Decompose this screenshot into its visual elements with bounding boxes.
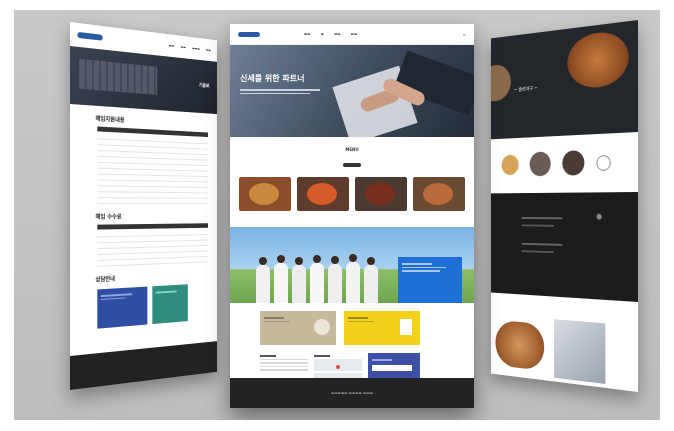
map-pin-icon (336, 364, 340, 369)
info-section (490, 192, 638, 302)
menu-thumb[interactable] (355, 177, 407, 211)
dish-icon[interactable] (596, 154, 611, 172)
phone-number (372, 364, 412, 371)
info-icon (596, 213, 602, 220)
team-photo-banner (230, 227, 474, 303)
consult-card-green[interactable] (152, 284, 188, 325)
dish-icon[interactable] (501, 154, 519, 176)
table-row (97, 198, 208, 205)
food-photo (490, 63, 511, 103)
menu-icon[interactable]: ≡ (463, 32, 466, 37)
center-page-footer: ▬▬▬▬▬ ▬▬▬▬ ▬▬▬ (230, 378, 474, 408)
nav-item[interactable]: ▬▬ (181, 45, 186, 49)
dish-icon[interactable] (562, 150, 585, 176)
left-page-mockup: ▬▬ ▬▬ ▬▬▬ ▬▬ 기술보 매입지원내용 매입 수수료 상담안내 (70, 22, 218, 390)
menu-pill (343, 163, 361, 167)
promo-box[interactable] (398, 257, 462, 303)
center-page-nav: ▬▬ ▬ ▬▬ ▬▬ ≡ (230, 24, 474, 45)
menu-item[interactable]: ▬ (321, 32, 324, 36)
hero-subtitle (240, 87, 340, 96)
keyboard-image (79, 58, 158, 95)
dish-icon[interactable] (529, 151, 551, 177)
menu-section-header: MENU (230, 137, 474, 177)
brand-logo (238, 31, 260, 37)
menu-item[interactable]: ▬▬ (304, 32, 311, 36)
nav-item[interactable]: ▬▬ (206, 48, 211, 52)
hero-text: 기술보 (198, 82, 210, 90)
menu-thumb[interactable] (239, 177, 291, 211)
brand-logo (77, 31, 103, 41)
consult-cards (97, 283, 209, 329)
service-icon (314, 319, 330, 335)
menu-item[interactable]: ▬▬ (334, 32, 341, 36)
menu-label: MENU (345, 147, 359, 152)
mockup-backdrop: ▬▬ ▬▬ ▬▬▬ ▬▬ 기술보 매입지원내용 매입 수수료 상담안내 ~ 술로… (14, 10, 660, 420)
right-page-mockup: ~ 술로야구 ~ (490, 20, 638, 392)
nav-item[interactable]: ▬▬▬ (192, 46, 200, 51)
table-title: 매입 수수료 (95, 213, 122, 221)
service-tile-grey[interactable] (260, 311, 336, 345)
left-page-footer (70, 341, 218, 390)
hero-title: 신세를 위한 파트너 (240, 74, 305, 83)
dish-row (490, 132, 638, 194)
food-photo (495, 319, 545, 371)
menu-thumb[interactable] (297, 177, 349, 211)
service-tiles (230, 303, 474, 345)
hero-banner: 신세를 위한 파트너 (230, 45, 474, 137)
cards-title: 상담안내 (95, 275, 116, 284)
menu-item[interactable]: ▬▬ (351, 32, 358, 36)
food-photo (567, 29, 629, 90)
menu-thumb[interactable] (413, 177, 465, 211)
table-header (97, 223, 208, 230)
menu-thumbnails (230, 177, 474, 211)
center-page-mockup: ▬▬ ▬ ▬▬ ▬▬ ≡ 신세를 위한 파트너 MENU ▬▬▬▬▬ ▬▬▬▬ … (230, 24, 474, 408)
footer-text: ▬▬▬▬▬ ▬▬▬▬ ▬▬▬ (331, 391, 373, 395)
main-menu: ▬▬ ▬ ▬▬ ▬▬ (304, 32, 367, 36)
service-tile-yellow[interactable] (344, 311, 420, 345)
consult-card-blue[interactable] (97, 286, 148, 329)
right-page-hero: ~ 술로야구 ~ (490, 20, 638, 140)
photo-section (490, 292, 638, 392)
nav-item[interactable]: ▬▬ (169, 44, 174, 48)
fee-table (97, 223, 208, 267)
document-icon (400, 319, 412, 335)
support-table (97, 126, 208, 205)
restaurant-logo: ~ 술로야구 ~ (513, 85, 538, 94)
kiosk-photo (554, 319, 606, 384)
